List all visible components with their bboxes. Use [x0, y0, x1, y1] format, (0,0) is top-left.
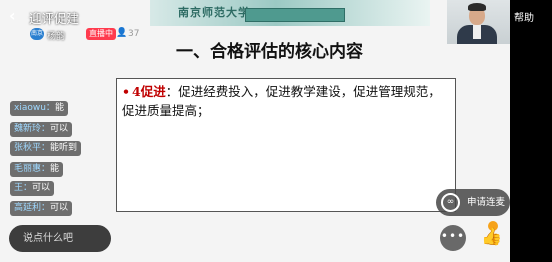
chat-text: 能听到	[50, 143, 78, 153]
viewer-count: 37	[128, 29, 140, 39]
chat-user: xiaowu	[14, 103, 46, 113]
chat-text: 可以	[50, 124, 69, 134]
right-strip	[510, 0, 552, 262]
link-icon: ∞	[441, 193, 460, 212]
chat-user: 王	[14, 183, 24, 193]
host-avatar[interactable]: 南京	[30, 28, 44, 40]
banner-logo-text: 南京师范大学	[178, 6, 250, 19]
presenter-shirt	[473, 25, 481, 39]
more-dots-icon[interactable]: •••	[440, 225, 466, 251]
chat-text: 能	[54, 103, 64, 113]
live-badge: 直播中	[86, 28, 116, 40]
slide-content-box: • 4促进：促进经费投入，促进教学建设，促进管理规范，促进质量提高；	[116, 78, 456, 212]
chat-text: 可以	[32, 183, 51, 193]
comment-input[interactable]: 说点什么吧	[9, 225, 111, 252]
bullet-dot-icon: •	[122, 84, 130, 99]
chat-message: 张秋平：能听到	[10, 141, 82, 156]
chat-user: 高延利	[14, 203, 42, 213]
chat-user: 毛丽惠	[14, 164, 42, 174]
help-button[interactable]: 帮助	[514, 9, 534, 24]
chat-message: 毛丽惠：能	[10, 162, 64, 177]
slide-view: 南京师范大学 一、合格评估的核心内容 • 4促进：促进经费投入，促进教学建设，促进…	[0, 0, 510, 262]
presenter-hair	[468, 3, 486, 11]
chat-user: 魏新玲	[14, 124, 42, 134]
banner-image	[245, 8, 345, 22]
bullet-text: ：促进经费投入，促进教学建设，促进管理规范，促进质量提高；	[122, 84, 441, 118]
slide-title: 一、合格评估的核心内容	[176, 42, 363, 62]
slide-bullet: • 4促进：促进经费投入，促进教学建设，促进管理规范，促进质量提高；	[122, 82, 450, 120]
chat-message: 王：可以	[10, 181, 55, 196]
chat-text: 能	[50, 164, 60, 174]
presenter-video[interactable]	[447, 0, 511, 44]
person-icon: 👤	[116, 28, 128, 38]
thumbs-up-icon[interactable]: 👍	[481, 226, 503, 248]
chat-text: 可以	[50, 203, 69, 213]
host-name: 杨韵	[47, 32, 66, 42]
slide-banner: 南京师范大学	[150, 0, 430, 26]
chat-message: xiaowu：能	[10, 101, 68, 116]
chat-message: 魏新玲：可以	[10, 122, 73, 137]
chat-message: 高延利：可以	[10, 201, 73, 216]
back-icon[interactable]: ‹	[9, 6, 16, 25]
chat-user: 张秋平	[14, 143, 42, 153]
room-title: 迎评促建	[29, 11, 80, 26]
bullet-key: 4促进	[132, 84, 166, 99]
